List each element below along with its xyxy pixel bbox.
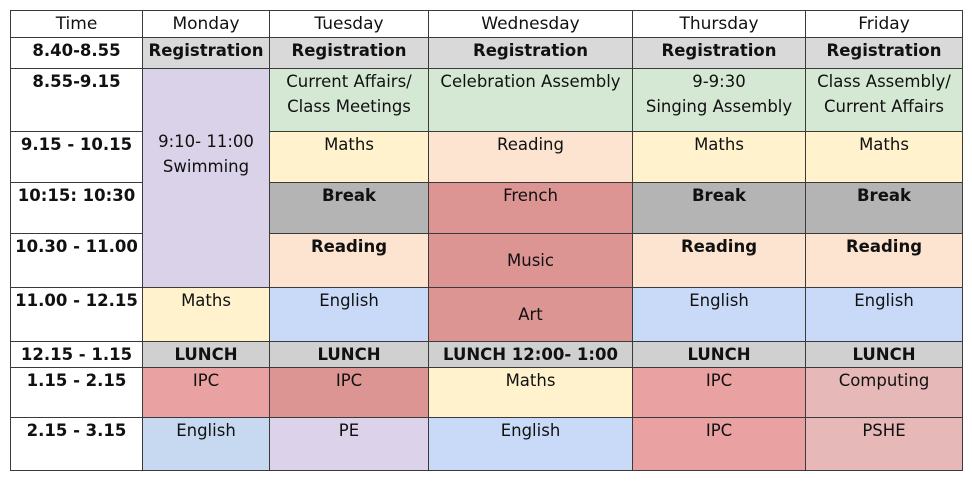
header-monday: Monday xyxy=(142,10,270,38)
thursday-ipc-afternoon: IPC xyxy=(632,417,806,471)
thursday-registration: Registration xyxy=(632,37,806,69)
header-tuesday: Tuesday xyxy=(269,10,429,38)
header-friday: Friday xyxy=(805,10,963,38)
tuesday-current-affairs: Current Affairs/ Class Meetings xyxy=(269,68,429,132)
header-row: Time Monday Tuesday Wednesday Thursday F… xyxy=(10,10,963,38)
monday-english: English xyxy=(142,417,270,471)
tuesday-current-affairs-line2: Class Meetings xyxy=(287,97,411,116)
tuesday-lunch: LUNCH xyxy=(269,341,429,368)
friday-maths: Maths xyxy=(805,131,963,183)
row-855: 8.55-9.15 9:10- 11:00 Swimming Current A… xyxy=(10,68,963,288)
tuesday-pe: PE xyxy=(269,417,429,471)
header-wednesday: Wednesday xyxy=(428,10,633,38)
time-cell: 1.15 - 2.15 xyxy=(10,367,143,418)
wednesday-registration: Registration xyxy=(428,37,633,69)
wednesday-music: Music xyxy=(428,233,633,288)
time-cell: 11.00 - 12.15 xyxy=(10,287,143,342)
monday-swimming-time: 9:10- 11:00 xyxy=(158,132,254,151)
friday-class-assembly: Class Assembly/ Current Affairs xyxy=(805,68,963,132)
monday-maths: Maths xyxy=(142,287,270,342)
friday-computing: Computing xyxy=(805,367,963,418)
row-115: 1.15 - 2.15 IPC IPC Maths IPC Computing xyxy=(10,367,963,418)
tuesday-english: English xyxy=(269,287,429,342)
wednesday-maths: Maths xyxy=(428,367,633,418)
monday-ipc: IPC xyxy=(142,367,270,418)
header-thursday: Thursday xyxy=(632,10,806,38)
thursday-maths: Maths xyxy=(632,131,806,183)
thursday-singing-label: Singing Assembly xyxy=(645,97,793,116)
time-cell: 9.15 - 10.15 xyxy=(10,131,143,183)
row-lunch: 12.15 - 1.15 LUNCH LUNCH LUNCH 12:00- 1:… xyxy=(10,341,963,368)
thursday-singing-assembly: 9-9:30 Singing Assembly xyxy=(632,68,806,132)
row-215: 2.15 - 3.15 English PE English IPC PSHE xyxy=(10,417,963,471)
friday-class-assembly-line1: Class Assembly/ xyxy=(817,72,951,91)
friday-registration: Registration xyxy=(805,37,963,69)
monday-swimming-label: Swimming xyxy=(162,157,250,176)
tuesday-break: Break xyxy=(269,182,429,234)
row-1100: 11.00 - 12.15 Maths English Art English … xyxy=(10,287,963,342)
monday-swimming: 9:10- 11:00 Swimming xyxy=(142,68,270,288)
thursday-ipc: IPC xyxy=(632,367,806,418)
row-registration: 8.40-8.55 Registration Registration Regi… xyxy=(10,37,963,69)
wednesday-celebration-assembly: Celebration Assembly xyxy=(428,68,633,132)
tuesday-maths: Maths xyxy=(269,131,429,183)
tuesday-registration: Registration xyxy=(269,37,429,69)
friday-class-assembly-line2: Current Affairs xyxy=(824,97,944,116)
friday-pshe: PSHE xyxy=(805,417,963,471)
header-time: Time xyxy=(10,10,143,38)
friday-break: Break xyxy=(805,182,963,234)
thursday-singing-time: 9-9:30 xyxy=(692,72,746,91)
thursday-break: Break xyxy=(632,182,806,234)
time-cell: 8.40-8.55 xyxy=(10,37,143,69)
wednesday-lunch: LUNCH 12:00- 1:00 xyxy=(428,341,633,368)
wednesday-reading: Reading xyxy=(428,131,633,183)
tuesday-reading: Reading xyxy=(269,233,429,288)
thursday-lunch: LUNCH xyxy=(632,341,806,368)
timetable: Time Monday Tuesday Wednesday Thursday F… xyxy=(10,10,963,471)
friday-lunch: LUNCH xyxy=(805,341,963,368)
thursday-english: English xyxy=(632,287,806,342)
monday-lunch: LUNCH xyxy=(142,341,270,368)
tuesday-ipc: IPC xyxy=(269,367,429,418)
monday-registration: Registration xyxy=(142,37,270,69)
time-cell: 2.15 - 3.15 xyxy=(10,417,143,471)
friday-english: English xyxy=(805,287,963,342)
thursday-reading: Reading xyxy=(632,233,806,288)
wednesday-english: English xyxy=(428,417,633,471)
wednesday-art: Art xyxy=(428,287,633,342)
time-cell: 10.30 - 11.00 xyxy=(10,233,143,288)
time-cell: 10:15: 10:30 xyxy=(10,182,143,234)
time-cell: 8.55-9.15 xyxy=(10,68,143,132)
friday-reading: Reading xyxy=(805,233,963,288)
wednesday-french: French xyxy=(428,182,633,234)
tuesday-current-affairs-line1: Current Affairs/ xyxy=(286,72,412,91)
time-cell: 12.15 - 1.15 xyxy=(10,341,143,368)
